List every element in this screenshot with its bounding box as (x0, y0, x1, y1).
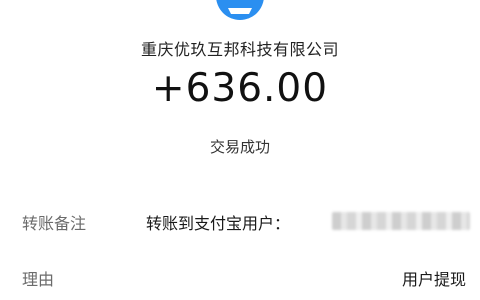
reason-label: 理由 (22, 270, 55, 289)
remark-row: 转账备注 转账到支付宝用户： (0, 206, 480, 236)
reason-row: 理由 用户提现 (0, 262, 480, 292)
remark-value: 转账到支付宝用户： (146, 214, 291, 233)
person-icon (228, 8, 252, 14)
transaction-amount: +636.00 (151, 66, 329, 111)
redacted-account (332, 212, 470, 230)
merchant-name: 重庆优玖互邦科技有限公司 (140, 40, 339, 59)
transaction-status: 交易成功 (209, 138, 270, 156)
transaction-detail-screen: 重庆优玖互邦科技有限公司 +636.00 交易成功 转账备注 转账到支付宝用户：… (0, 0, 480, 300)
remark-label: 转账备注 (22, 214, 87, 233)
reason-value: 用户提现 (401, 270, 466, 289)
merchant-avatar (216, 0, 264, 20)
